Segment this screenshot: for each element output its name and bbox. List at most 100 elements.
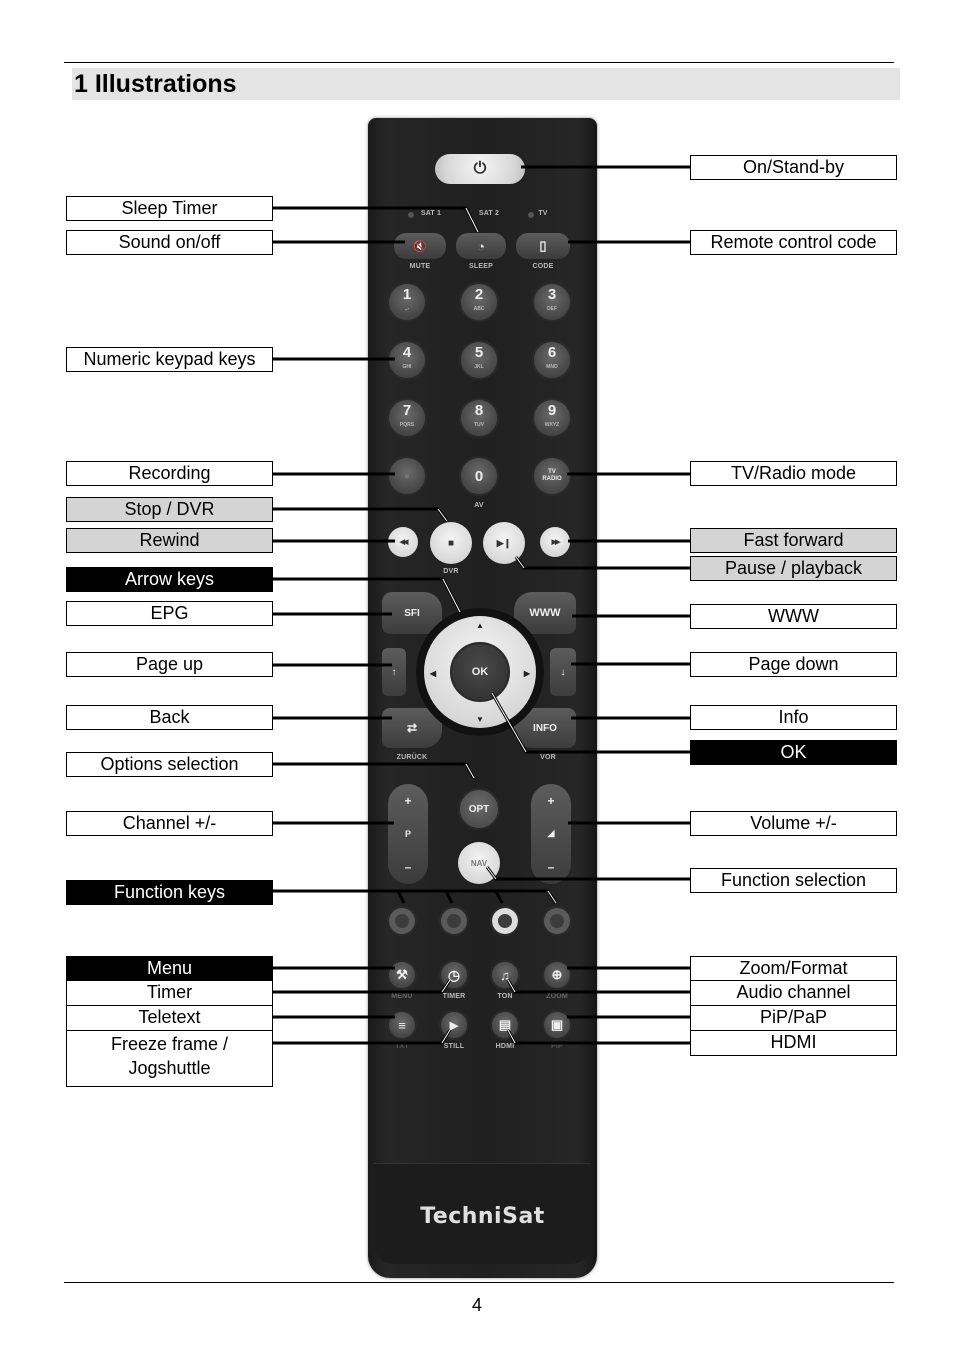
dvr-caption: DVR xyxy=(443,568,459,575)
still-button[interactable]: ▶ xyxy=(439,1010,469,1040)
pip-button[interactable]: ▣ xyxy=(542,1010,572,1040)
timer-caption: TIMER xyxy=(442,993,466,1000)
label-info: Info xyxy=(690,705,897,730)
key-7[interactable]: 7 PQRS xyxy=(387,398,427,438)
led-sat1 xyxy=(408,212,414,218)
rewind-icon: ◀◀ xyxy=(399,539,409,546)
label-timer: Timer xyxy=(66,980,273,1006)
timer-icon: ◷ xyxy=(447,966,461,983)
bottom-rule xyxy=(64,1282,894,1283)
arrow-up-button[interactable]: ▲ xyxy=(470,618,490,632)
key-1[interactable]: 1 .,- xyxy=(387,282,427,322)
key-5[interactable]: 5 JKL xyxy=(459,340,499,380)
key-4[interactable]: 4 GHI xyxy=(387,340,427,380)
still-caption: STILL xyxy=(443,1043,465,1050)
label-channel: Channel +/- xyxy=(66,811,273,836)
teletext-icon: ≡ xyxy=(398,1017,406,1033)
zoom-button[interactable]: ⊕ xyxy=(542,960,572,990)
label-recording: Recording xyxy=(66,461,273,486)
function-key-red[interactable] xyxy=(387,906,417,936)
key-2-digit: 2 xyxy=(474,286,484,303)
key-2[interactable]: 2 ABC xyxy=(459,282,499,322)
record-button[interactable]: ● xyxy=(387,456,427,496)
power-icon: ⏻ xyxy=(473,160,487,177)
label-stop-dvr: Stop / DVR xyxy=(66,497,273,522)
label-arrow-keys: Arrow keys xyxy=(66,567,273,592)
label-hdmi: HDMI xyxy=(690,1030,897,1056)
remote-control: ⏻ SAT 1 SAT 2 TV 🔇 MUTE ◔ SLEEP ▯ CODE 1… xyxy=(368,118,597,1278)
label-freeze-frame: Freeze frame / Jogshuttle xyxy=(66,1030,273,1087)
label-audio-channel: Audio channel xyxy=(690,980,897,1006)
nav-button[interactable]: NAV xyxy=(458,842,500,884)
page-up-button[interactable]: ↑ xyxy=(382,648,406,696)
arrow-down-button[interactable]: ▼ xyxy=(470,712,490,726)
vor-caption: VOR xyxy=(540,754,556,761)
ok-button[interactable]: OK xyxy=(450,642,510,702)
top-rule xyxy=(64,62,894,63)
arrow-right-button[interactable]: ▶ xyxy=(520,663,534,683)
volume-minus: – xyxy=(547,859,555,874)
hdmi-button[interactable]: ▤ xyxy=(490,1010,520,1040)
channel-rocker[interactable]: + P – xyxy=(388,784,428,884)
label-remote-control-code: Remote control code xyxy=(690,230,897,255)
label-function-keys: Function keys xyxy=(66,880,273,905)
label-tv-radio-mode: TV/Radio mode xyxy=(690,461,897,486)
label-back: Back xyxy=(66,705,273,730)
arrow-down-icon: ▼ xyxy=(476,714,484,724)
volume-plus: + xyxy=(547,794,555,809)
play-pause-button[interactable]: ▶❙ xyxy=(483,522,525,564)
code-button[interactable]: ▯ xyxy=(516,233,570,259)
key-6-letters: MNO xyxy=(546,364,558,370)
function-key-yellow[interactable] xyxy=(490,906,520,936)
sfi-text: SFI xyxy=(404,607,420,619)
info-text: INFO xyxy=(533,722,557,734)
arrow-left-icon: ◀ xyxy=(429,668,437,678)
key-6[interactable]: 6 MNO xyxy=(532,340,572,380)
key-4-digit: 4 xyxy=(402,344,412,361)
code-icon: ▯ xyxy=(539,238,547,253)
key-0[interactable]: 0 xyxy=(459,456,499,496)
function-key-green[interactable] xyxy=(439,906,469,936)
av-caption: AV xyxy=(474,502,484,509)
key-3[interactable]: 3 DEF xyxy=(532,282,572,322)
hdmi-icon: ▤ xyxy=(498,1017,512,1032)
mute-button[interactable]: 🔇 xyxy=(394,233,446,259)
function-key-blue[interactable] xyxy=(542,906,572,936)
tv-radio-text: TV RADIO xyxy=(542,469,562,482)
key-2-letters: ABC xyxy=(473,306,485,312)
label-www: WWW xyxy=(690,604,897,629)
fast-forward-icon: ▶▶ xyxy=(551,539,561,546)
page-down-button[interactable]: ↓ xyxy=(550,648,576,696)
key-8[interactable]: 8 TUV xyxy=(459,398,499,438)
volume-rocker[interactable]: + ◢ – xyxy=(531,784,571,884)
code-caption: CODE xyxy=(532,263,554,270)
pip-caption: PIP xyxy=(551,1043,563,1050)
key-9[interactable]: 9 WXYZ xyxy=(532,398,572,438)
sleep-button[interactable]: ◔ xyxy=(456,233,506,259)
tv-radio-button[interactable]: TV RADIO xyxy=(532,456,572,496)
fast-forward-button[interactable]: ▶▶ xyxy=(540,527,570,557)
key-3-letters: DEF xyxy=(547,306,557,312)
www-text: WWW xyxy=(529,607,561,619)
ok-text: OK xyxy=(471,666,489,678)
key-5-digit: 5 xyxy=(474,344,484,361)
rewind-button[interactable]: ◀◀ xyxy=(388,527,418,557)
power-button[interactable]: ⏻ xyxy=(435,154,525,184)
arrow-left-button[interactable]: ◀ xyxy=(426,663,440,683)
key-1-digit: 1 xyxy=(402,286,412,303)
pip-icon: ▣ xyxy=(550,1017,564,1032)
stop-button[interactable]: ■ xyxy=(430,522,472,564)
key-7-digit: 7 xyxy=(402,402,412,419)
opt-button[interactable]: OPT xyxy=(458,788,500,830)
menu-button[interactable]: ⚒ xyxy=(387,960,417,990)
nav-text: NAV xyxy=(470,858,488,868)
page-down-icon: ↓ xyxy=(560,666,566,678)
label-pause-playback: Pause / playback xyxy=(690,556,897,581)
key-9-letters: WXYZ xyxy=(544,422,560,428)
stop-icon: ■ xyxy=(447,537,455,549)
teletext-button[interactable]: ≡ xyxy=(387,1010,417,1040)
timer-button[interactable]: ◷ xyxy=(439,960,469,990)
audio-button[interactable]: ♫ xyxy=(490,960,520,990)
label-rewind: Rewind xyxy=(66,528,273,553)
label-ok: OK xyxy=(690,740,897,765)
